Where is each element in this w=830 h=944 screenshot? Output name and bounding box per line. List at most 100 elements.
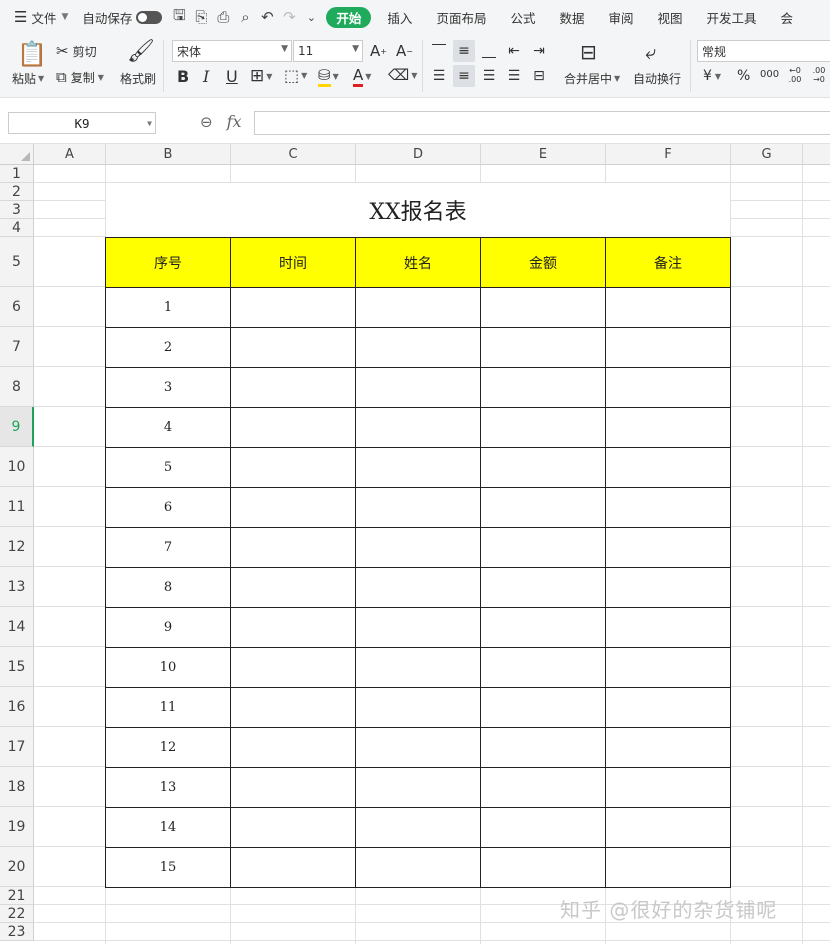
row-header[interactable]: 20 (0, 847, 34, 887)
amount-cell[interactable] (480, 407, 606, 448)
serial-cell[interactable]: 1 (105, 287, 231, 328)
name-box[interactable]: K9 ▼ (8, 112, 156, 134)
column-header-d[interactable]: D (356, 144, 481, 165)
name-cell[interactable] (355, 847, 481, 888)
row-header-selected[interactable]: 9 (0, 407, 34, 447)
border-icon[interactable]: ⊞ ▼ (250, 66, 272, 86)
row-header[interactable]: 18 (0, 767, 34, 807)
time-cell[interactable] (230, 527, 356, 568)
sheet-title-cell[interactable]: XX报名表 (106, 183, 730, 237)
header-cell-remarks[interactable]: 备注 (605, 237, 731, 288)
row-header[interactable]: 19 (0, 807, 34, 847)
amount-cell[interactable] (480, 727, 606, 768)
name-cell[interactable] (355, 327, 481, 368)
row-header[interactable]: 12 (0, 527, 34, 567)
decrease-font-icon[interactable]: A − (396, 42, 413, 60)
row-header[interactable]: 21 (0, 887, 34, 905)
more-chevron-icon[interactable]: ⌄ (300, 0, 322, 34)
formula-input[interactable] (254, 111, 830, 135)
brush-icon[interactable]: 🖌 (127, 39, 155, 64)
export-icon[interactable]: ⎘ (190, 0, 212, 34)
align-right-icon[interactable]: ☰ (478, 65, 500, 87)
wrap-text-button[interactable]: 自动换行 (633, 70, 681, 87)
row-header[interactable]: 6 (0, 287, 34, 327)
name-cell[interactable] (355, 527, 481, 568)
amount-cell[interactable] (480, 847, 606, 888)
row-header[interactable]: 15 (0, 647, 34, 687)
increase-font-icon[interactable]: A + (370, 42, 387, 60)
copy-button[interactable]: ⧉ 复制 ▼ (56, 68, 104, 86)
time-cell[interactable] (230, 287, 356, 328)
name-cell[interactable] (355, 567, 481, 608)
tab-page-layout[interactable]: 页面布局 (424, 0, 498, 34)
remarks-cell[interactable] (605, 647, 731, 688)
row-header[interactable]: 22 (0, 905, 34, 923)
time-cell[interactable] (230, 367, 356, 408)
amount-cell[interactable] (480, 647, 606, 688)
row-header[interactable]: 16 (0, 687, 34, 727)
name-cell[interactable] (355, 367, 481, 408)
percent-button[interactable]: % (737, 68, 750, 84)
name-cell[interactable] (355, 607, 481, 648)
fill-color-icon[interactable]: ⛁ ▼ (318, 66, 339, 87)
align-center-icon[interactable]: ≡ (453, 65, 475, 87)
serial-cell[interactable]: 14 (105, 807, 231, 848)
amount-cell[interactable] (480, 527, 606, 568)
remarks-cell[interactable] (605, 847, 731, 888)
time-cell[interactable] (230, 727, 356, 768)
bold-icon[interactable]: B (177, 67, 189, 86)
remarks-cell[interactable] (605, 567, 731, 608)
merge-center-icon[interactable]: ⊟ (580, 40, 597, 64)
amount-cell[interactable] (480, 487, 606, 528)
column-header-f[interactable]: F (606, 144, 731, 165)
serial-cell[interactable]: 13 (105, 767, 231, 808)
name-cell[interactable] (355, 447, 481, 488)
header-cell-amount[interactable]: 金额 (480, 237, 606, 288)
save-icon[interactable]: 🖫 (168, 0, 190, 34)
number-format-select[interactable]: 常规 (697, 40, 830, 62)
print-icon[interactable]: ⎙ (212, 0, 234, 34)
currency-button[interactable]: ¥ ▼ (703, 68, 721, 84)
serial-cell[interactable]: 10 (105, 647, 231, 688)
time-cell[interactable] (230, 607, 356, 648)
column-header-a[interactable]: A (34, 144, 106, 165)
row-header[interactable]: 17 (0, 727, 34, 767)
tab-insert[interactable]: 插入 (375, 0, 424, 34)
name-cell[interactable] (355, 487, 481, 528)
column-header-b[interactable]: B (106, 144, 231, 165)
tab-more[interactable]: 会 (769, 0, 806, 34)
time-cell[interactable] (230, 687, 356, 728)
serial-cell[interactable]: 3 (105, 367, 231, 408)
name-cell[interactable] (355, 807, 481, 848)
tab-view[interactable]: 视图 (646, 0, 695, 34)
header-cell-time[interactable]: 时间 (230, 237, 356, 288)
tab-data[interactable]: 数据 (547, 0, 596, 34)
remarks-cell[interactable] (605, 407, 731, 448)
remarks-cell[interactable] (605, 727, 731, 768)
increase-indent-icon[interactable]: ⇥ (528, 40, 550, 62)
serial-cell[interactable]: 2 (105, 327, 231, 368)
serial-cell[interactable]: 7 (105, 527, 231, 568)
row-header[interactable]: 2 (0, 183, 34, 201)
decrease-decimal-button[interactable]: .00 →0 (810, 66, 828, 84)
header-cell-serial[interactable]: 序号 (105, 237, 231, 288)
row-header[interactable]: 14 (0, 607, 34, 647)
serial-cell[interactable]: 9 (105, 607, 231, 648)
justify-icon[interactable]: ☰ (503, 65, 525, 87)
column-header-c[interactable]: C (231, 144, 356, 165)
row-header[interactable]: 7 (0, 327, 34, 367)
header-cell-name[interactable]: 姓名 (355, 237, 481, 288)
undo-icon[interactable]: ↶ (256, 0, 278, 34)
serial-cell[interactable]: 6 (105, 487, 231, 528)
row-header[interactable]: 4 (0, 219, 34, 237)
name-cell[interactable] (355, 287, 481, 328)
fill-pattern-icon[interactable]: ⬚ ▼ (284, 66, 307, 85)
row-header[interactable]: 11 (0, 487, 34, 527)
row-header[interactable]: 13 (0, 567, 34, 607)
time-cell[interactable] (230, 407, 356, 448)
spreadsheet-grid[interactable]: A B C D E F G 1 2 3 4 5 6 7 8 9 10 11 12… (0, 144, 830, 944)
name-cell[interactable] (355, 687, 481, 728)
font-name-select[interactable]: 宋体 ▼ (172, 40, 292, 62)
align-bottom-icon[interactable]: ⎽ (478, 40, 500, 62)
zoom-search-icon[interactable]: ⊖ (200, 113, 213, 131)
